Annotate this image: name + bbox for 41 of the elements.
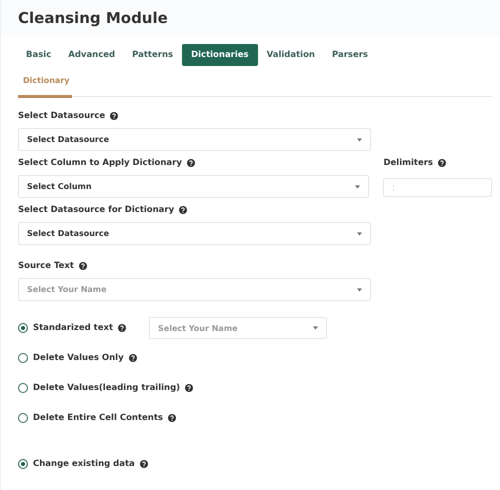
caret-icon <box>357 288 362 292</box>
help-icon <box>78 262 87 270</box>
radio-button[interactable] <box>18 353 28 363</box>
radio-button[interactable] <box>18 459 28 469</box>
field-label: Select Column to Apply Dictionary <box>18 158 182 168</box>
help-icon <box>186 159 195 167</box>
option-label: Change existing data <box>33 459 135 469</box>
select-dropdown[interactable]: Select Datasource <box>18 128 371 151</box>
help-icon <box>110 112 118 120</box>
tab[interactable]: Patterns <box>124 45 182 65</box>
caret-icon <box>355 184 360 188</box>
tab[interactable]: Dictionaries <box>182 44 258 66</box>
help-icon <box>140 460 148 468</box>
field-label: Delimiters <box>383 158 433 168</box>
help-icon <box>168 414 176 422</box>
page-title: Cleansing Module <box>18 9 168 27</box>
tab[interactable]: Advanced <box>60 45 124 65</box>
field-label: Source Text <box>18 261 74 271</box>
field-label: Select Datasource for Dictionary <box>18 205 174 215</box>
radio-button[interactable] <box>18 383 28 393</box>
help-icon <box>179 206 188 214</box>
caret-icon <box>357 138 362 142</box>
help-icon <box>128 354 137 362</box>
help-icon <box>185 384 194 392</box>
option-label: Standarized text <box>33 323 114 333</box>
radio-button[interactable] <box>18 323 28 333</box>
caret-icon <box>357 232 362 236</box>
field-label: Select Datasource <box>18 111 106 121</box>
help-icon <box>438 159 446 167</box>
help-icon <box>118 324 126 332</box>
delimiters-field[interactable]: ; <box>383 178 492 197</box>
radio-button[interactable] <box>18 413 28 423</box>
option-label: Delete Values Only <box>33 353 124 363</box>
tab[interactable]: Basic <box>18 45 60 65</box>
option-label: Delete Entire Cell Contents <box>33 413 163 423</box>
select-dropdown[interactable]: Select Column <box>18 175 370 198</box>
tab[interactable]: Validation <box>258 45 323 65</box>
select-dropdown[interactable]: Select Datasource <box>18 222 371 245</box>
caret-icon <box>313 326 318 330</box>
option-label: Delete Values(leading trailing) <box>33 383 180 393</box>
tab[interactable]: Parsers <box>324 45 376 65</box>
